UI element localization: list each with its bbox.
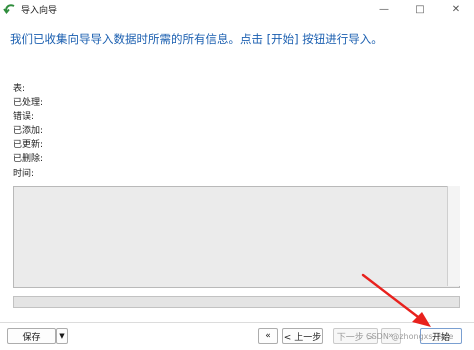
stat-added-label: 已添加:: [13, 126, 44, 137]
footer-divider: [0, 322, 474, 323]
watermark-text: CSDN @zhongxs_zafe: [366, 332, 454, 341]
close-button[interactable]: ✕: [438, 0, 474, 18]
previous-step-button[interactable]: < 上一步: [282, 328, 323, 344]
stat-processed-label: 已处理:: [13, 98, 44, 109]
stat-updated-label: 已更新:: [13, 140, 44, 151]
save-button[interactable]: 保存: [7, 328, 56, 344]
window-title: 导入向导: [21, 6, 58, 16]
import-progress-bar: [13, 296, 460, 308]
stat-errors-label: 错误:: [13, 112, 35, 123]
save-dropdown-button[interactable]: ▼: [56, 328, 68, 344]
stat-time-label: 时间:: [13, 168, 35, 179]
stat-deleted-label: 已删除:: [13, 154, 44, 165]
title-bar: 导入向导 — □ ✕: [0, 0, 474, 18]
import-log-area[interactable]: [13, 186, 460, 288]
import-stats: 表: 已处理: 错误: 已添加: 已更新: 已删除: 时间:: [13, 82, 43, 181]
wizard-instruction: 我们已收集向导导入数据时所需的所有信息。点击 [开始] 按钮进行导入。: [10, 32, 383, 46]
import-wizard-icon: [3, 4, 15, 14]
maximize-button[interactable]: □: [402, 0, 438, 18]
stat-table-label: 表:: [13, 84, 26, 94]
minimize-button[interactable]: —: [366, 0, 402, 18]
first-step-button[interactable]: «: [258, 328, 278, 344]
